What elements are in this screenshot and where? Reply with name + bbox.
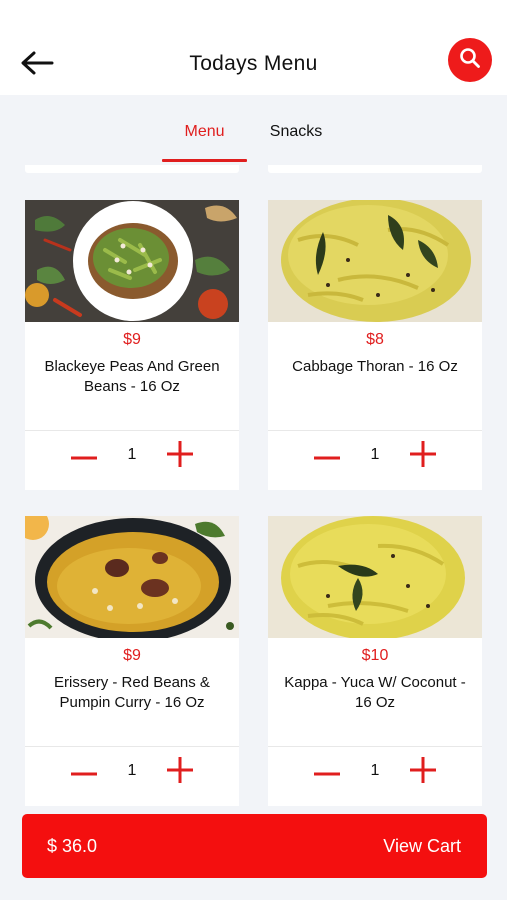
increase-quantity-button[interactable] bbox=[165, 440, 195, 472]
page-title: Todays Menu bbox=[189, 52, 318, 75]
quantity-value: 1 bbox=[127, 446, 137, 463]
card-divider bbox=[268, 430, 482, 431]
food-image bbox=[25, 516, 239, 638]
item-price: $10 bbox=[361, 647, 389, 664]
view-cart-button[interactable]: View Cart bbox=[383, 836, 461, 857]
quantity-value: 1 bbox=[370, 762, 380, 779]
plus-icon bbox=[410, 440, 436, 472]
minus-icon bbox=[71, 447, 97, 465]
card-divider bbox=[25, 430, 239, 431]
item-name: Blackeye Peas And Green Beans - 16 Oz bbox=[44, 358, 220, 395]
search-icon bbox=[459, 47, 481, 74]
previous-card-edge bbox=[25, 165, 239, 173]
item-price: $9 bbox=[123, 331, 141, 348]
card-divider bbox=[25, 746, 239, 747]
menu-item-card[interactable]: $9 Blackeye Peas And Green Beans - 16 Oz… bbox=[25, 200, 239, 490]
app-header: Todays Menu bbox=[0, 0, 507, 95]
increase-quantity-button[interactable] bbox=[165, 756, 195, 788]
minus-icon bbox=[314, 763, 340, 781]
minus-icon bbox=[314, 447, 340, 465]
tab-menu[interactable]: Menu bbox=[162, 123, 247, 141]
plus-icon bbox=[167, 440, 193, 472]
minus-icon bbox=[71, 763, 97, 781]
item-price: $8 bbox=[366, 331, 384, 348]
plus-icon bbox=[410, 756, 436, 788]
increase-quantity-button[interactable] bbox=[408, 440, 438, 472]
quantity-value: 1 bbox=[127, 762, 137, 779]
decrease-quantity-button[interactable] bbox=[312, 758, 342, 786]
increase-quantity-button[interactable] bbox=[408, 756, 438, 788]
tab-snacks[interactable]: Snacks bbox=[256, 123, 336, 141]
search-button[interactable] bbox=[448, 38, 492, 82]
decrease-quantity-button[interactable] bbox=[69, 442, 99, 470]
decrease-quantity-button[interactable] bbox=[69, 758, 99, 786]
item-name: Erissery - Red Beans & Pumpin Curry - 16… bbox=[54, 674, 210, 711]
item-price: $9 bbox=[123, 647, 141, 664]
plus-icon bbox=[167, 756, 193, 788]
food-image bbox=[268, 516, 482, 638]
food-image bbox=[268, 200, 482, 322]
cart-total: $ 36.0 bbox=[47, 836, 98, 856]
category-tabs: Menu Snacks bbox=[0, 95, 507, 165]
item-name: Cabbage Thoran - 16 Oz bbox=[292, 358, 458, 375]
view-cart-bar[interactable]: $ 36.0 View Cart bbox=[22, 814, 487, 878]
decrease-quantity-button[interactable] bbox=[312, 442, 342, 470]
active-tab-indicator bbox=[162, 159, 247, 162]
previous-card-edge bbox=[268, 165, 482, 173]
menu-item-card[interactable]: $8 Cabbage Thoran - 16 Oz 1 bbox=[268, 200, 482, 490]
quantity-value: 1 bbox=[370, 446, 380, 463]
menu-item-card[interactable]: $9 Erissery - Red Beans & Pumpin Curry -… bbox=[25, 516, 239, 806]
food-image bbox=[25, 200, 239, 322]
item-name: Kappa - Yuca W/ Coconut - 16 Oz bbox=[284, 674, 466, 711]
card-divider bbox=[268, 746, 482, 747]
menu-item-card[interactable]: $10 Kappa - Yuca W/ Coconut - 16 Oz 1 bbox=[268, 516, 482, 806]
